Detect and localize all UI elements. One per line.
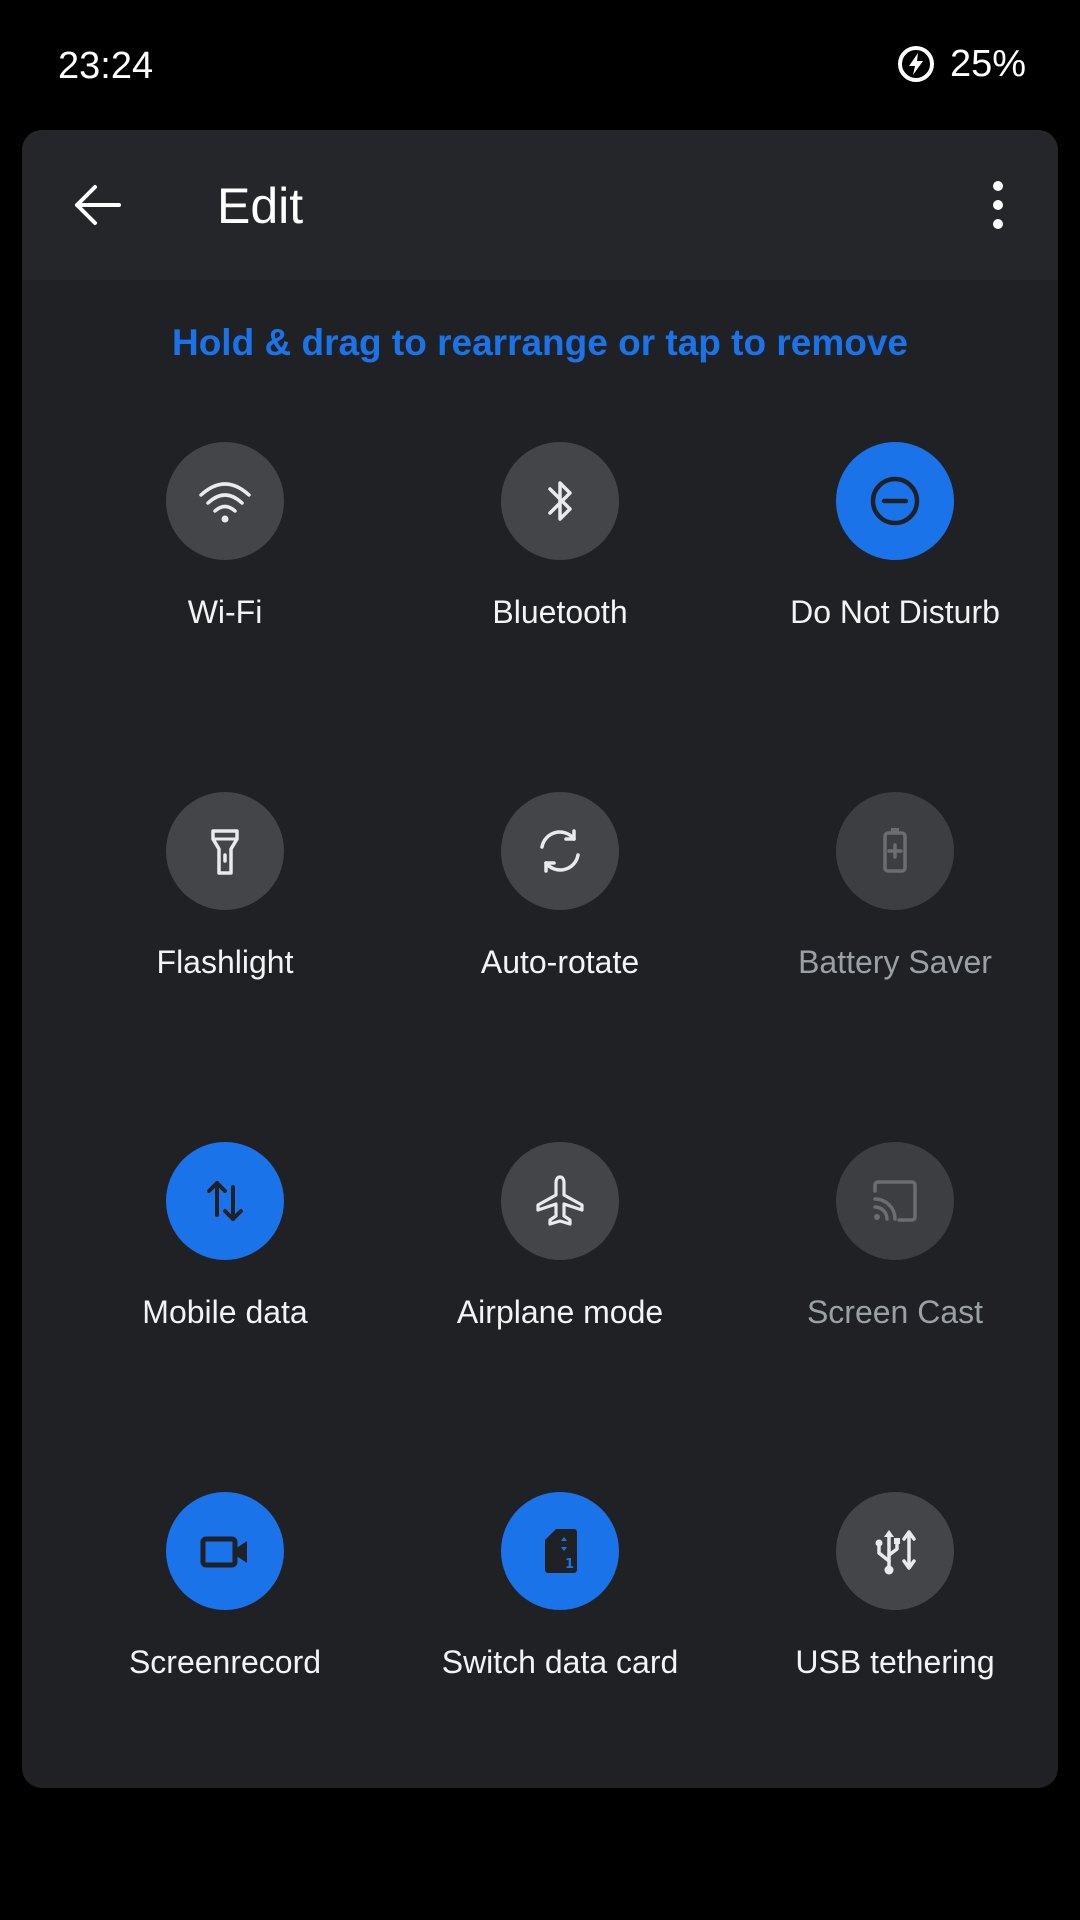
tile-wifi[interactable]: Wi-Fi (60, 442, 390, 702)
tile-bluetooth[interactable]: Bluetooth (395, 442, 725, 702)
tile-label: Auto-rotate (480, 944, 640, 980)
qs-edit-panel: Edit Hold & drag to rearrange or tap to … (22, 130, 1058, 1788)
tile-label: Battery Saver (798, 944, 992, 980)
page-title: Edit (217, 178, 304, 234)
battery-saver-icon (883, 828, 907, 873)
cast-icon (873, 1180, 917, 1222)
tile-circle (501, 792, 619, 910)
back-button[interactable] (64, 172, 130, 238)
tile-auto-rotate[interactable]: Auto-rotate (395, 792, 725, 1052)
tile-circle: 1 (501, 1492, 619, 1610)
tile-label: Flashlight (156, 944, 294, 980)
usb-icon (875, 1530, 916, 1575)
toolbar: Edit (22, 130, 1058, 280)
tile-circle (501, 1142, 619, 1260)
tile-circle (836, 1142, 954, 1260)
tile-circle (836, 442, 954, 560)
mobile-data-icon (207, 1181, 243, 1221)
status-bar: 23:24 25% (0, 0, 1080, 130)
more-options-button[interactable] (968, 170, 1028, 240)
status-battery: 25% (896, 42, 1026, 86)
tile-airplane-mode[interactable]: Airplane mode (395, 1142, 725, 1402)
tile-circle (836, 1492, 954, 1610)
wifi-icon (199, 482, 251, 523)
tile-mobile-data[interactable]: Mobile data (60, 1142, 390, 1402)
svg-text:1: 1 (565, 1557, 574, 1572)
bluetooth-icon (548, 481, 572, 521)
airplane-icon (536, 1175, 584, 1226)
tile-battery-saver[interactable]: Battery Saver (730, 792, 1058, 1052)
flashlight-icon (211, 829, 239, 875)
tile-circle (166, 442, 284, 560)
tile-label: Mobile data (142, 1294, 308, 1330)
tile-circle (836, 792, 954, 910)
tile-circle (166, 792, 284, 910)
tile-label: Switch data card (441, 1644, 679, 1680)
tile-switch-data-card[interactable]: 1 Switch data card (395, 1492, 725, 1752)
tile-label: Bluetooth (492, 594, 628, 630)
battery-saver-bolt-icon (897, 46, 934, 82)
tile-label: USB tethering (795, 1644, 995, 1680)
tile-circle (501, 442, 619, 560)
edit-hint: Hold & drag to rearrange or tap to remov… (171, 322, 909, 363)
tile-screen-cast[interactable]: Screen Cast (730, 1142, 1058, 1402)
do-not-disturb-icon (870, 476, 920, 526)
arrow-back-icon (75, 185, 121, 225)
sim-card-icon: 1 (545, 1529, 577, 1573)
more-vert-icon (993, 181, 1003, 229)
tile-circle (166, 1492, 284, 1610)
videocam-icon (200, 1536, 247, 1568)
tile-screenrecord[interactable]: Screenrecord (60, 1492, 390, 1752)
status-time: 23:24 (58, 45, 154, 87)
tile-label: Wi-Fi (187, 594, 263, 630)
tile-usb-tethering[interactable]: USB tethering (730, 1492, 1058, 1752)
tile-do-not-disturb[interactable]: Do Not Disturb (730, 442, 1058, 702)
tile-circle (166, 1142, 284, 1260)
tile-label: Do Not Disturb (790, 594, 1000, 630)
tile-label: Screen Cast (806, 1294, 984, 1330)
auto-rotate-icon (540, 829, 580, 873)
tile-label: Airplane mode (456, 1294, 664, 1330)
tile-flashlight[interactable]: Flashlight (60, 792, 390, 1052)
tile-label: Screenrecord (128, 1644, 322, 1680)
battery-percent: 25% (949, 43, 1026, 85)
